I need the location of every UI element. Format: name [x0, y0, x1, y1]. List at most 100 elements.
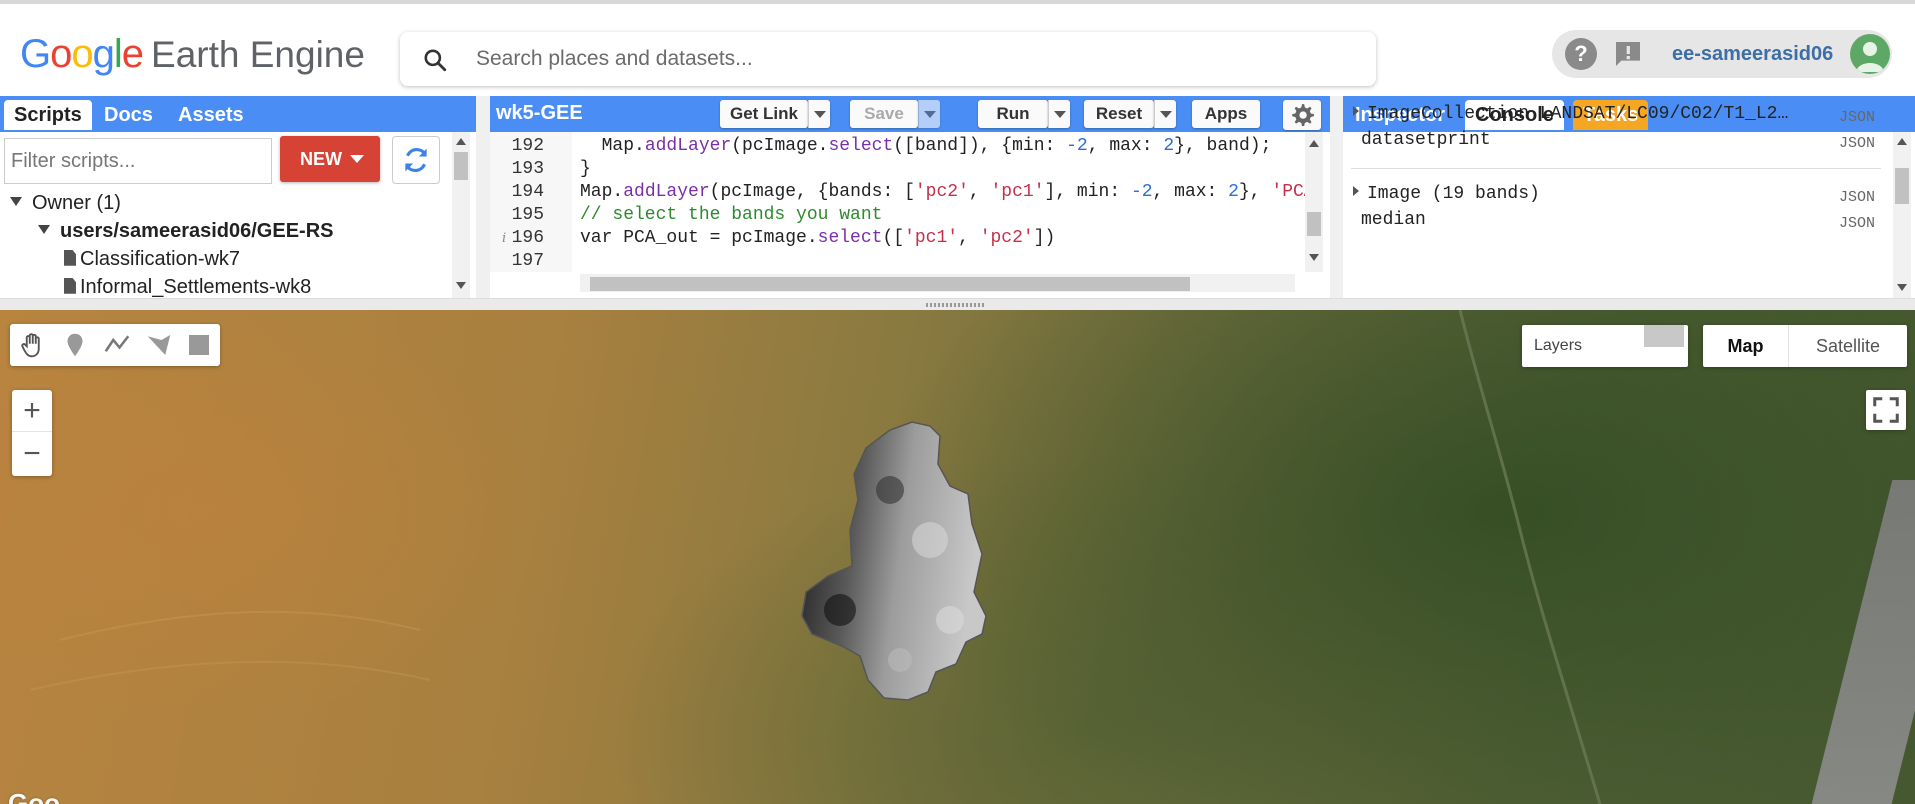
code-token: -2: [1130, 182, 1153, 202]
scroll-down-icon[interactable]: [1897, 284, 1907, 291]
earth-engine-logo[interactable]: Google Earth Engine: [20, 32, 365, 77]
scroll-thumb[interactable]: [454, 152, 468, 180]
code-token: Map: [601, 136, 635, 156]
reset-button[interactable]: Reset: [1084, 100, 1154, 128]
zoom-in-button[interactable]: +: [12, 390, 52, 432]
zoom-controls: + −: [12, 390, 52, 476]
refresh-button[interactable]: [392, 136, 440, 184]
apps-button[interactable]: Apps: [1192, 100, 1260, 128]
tree-repo-label: users/sameerasid06/GEE-RS: [60, 220, 334, 242]
fullscreen-button[interactable]: [1866, 390, 1906, 430]
layers-control[interactable]: Layers: [1522, 325, 1688, 367]
json-link[interactable]: JSON: [1839, 135, 1875, 152]
help-icon[interactable]: ?: [1565, 38, 1597, 70]
filter-scripts-field[interactable]: [4, 138, 272, 184]
scripts-scrollbar[interactable]: [452, 132, 470, 298]
console-scrollbar[interactable]: [1893, 132, 1911, 298]
line-icon[interactable]: [102, 330, 132, 360]
code-vscrollbar[interactable]: [1305, 132, 1323, 272]
avatar[interactable]: [1850, 34, 1890, 74]
scroll-down-icon[interactable]: [1309, 254, 1319, 261]
logo-letter-o2: o: [71, 32, 93, 76]
tree-repo[interactable]: users/sameerasid06/GEE-RS: [38, 220, 334, 243]
get-link-button[interactable]: Get Link: [720, 100, 808, 128]
console-entry: median: [1361, 210, 1426, 230]
new-button-label: NEW: [300, 149, 342, 169]
code-line[interactable]: 195 // select the bands you want: [490, 204, 1305, 227]
line-number: 194: [511, 182, 544, 202]
rectangle-icon[interactable]: [184, 330, 214, 360]
app-header: GoogleEarth Engine ? ee-sameerasid06: [0, 0, 1915, 96]
search-box[interactable]: [400, 32, 1376, 86]
tree-file-item[interactable]: Classification-wk7: [64, 248, 240, 271]
scroll-down-icon[interactable]: [456, 282, 466, 289]
code-token: // select the bands you want: [580, 205, 883, 225]
polygon-icon[interactable]: [144, 330, 174, 360]
gear-icon: [1292, 104, 1314, 127]
code-hscrollbar[interactable]: [580, 274, 1295, 292]
code-token: ]): [1033, 228, 1056, 248]
get-link-dropdown[interactable]: [808, 100, 830, 128]
code-line[interactable]: 197: [490, 250, 1305, 273]
json-link[interactable]: JSON: [1839, 215, 1875, 232]
scroll-up-icon[interactable]: [456, 138, 466, 145]
tab-scripts[interactable]: Scripts: [4, 100, 92, 130]
filter-scripts-input[interactable]: [5, 139, 271, 183]
tab-assets[interactable]: Assets: [168, 100, 254, 130]
right-splitter[interactable]: [1330, 96, 1344, 298]
left-splitter[interactable]: [476, 96, 490, 298]
feedback-icon[interactable]: [1612, 38, 1644, 70]
pca-image-layer[interactable]: [800, 420, 1090, 720]
code-line[interactable]: 192 Map.addLayer(pcImage.select([band]),…: [490, 135, 1305, 158]
code-token: ([: [882, 228, 905, 248]
code-text: // select the bands you want: [580, 204, 882, 227]
tree-file-item[interactable]: Informal_Settlements-wk8: [64, 276, 311, 299]
user-avatar-icon: [1856, 42, 1884, 72]
user-controls: ? ee-sameerasid06: [1552, 30, 1892, 78]
search-input[interactable]: [476, 42, 1356, 76]
left-panel-tabbar: Scripts Docs Assets: [0, 96, 476, 132]
search-icon: [424, 49, 447, 72]
tree-file-label: Classification-wk7: [80, 248, 241, 270]
code-token: (pcImage, {bands: [: [709, 182, 915, 202]
scroll-up-icon[interactable]: [1897, 138, 1907, 145]
console-entry[interactable]: ImageCollection LANDSAT/LC09/C02/T1_L2…: [1353, 104, 1788, 124]
tree-owner-label: Owner (1): [32, 192, 121, 214]
scroll-thumb[interactable]: [1307, 212, 1321, 236]
save-button[interactable]: Save: [850, 100, 918, 128]
layers-opacity-slider[interactable]: [1644, 325, 1684, 347]
reset-dropdown[interactable]: [1154, 100, 1176, 128]
json-link[interactable]: JSON: [1839, 189, 1875, 206]
scroll-up-icon[interactable]: [1309, 140, 1319, 147]
run-button[interactable]: Run: [978, 100, 1048, 128]
code-line[interactable]: i 196 var PCA_out = pcImage.select(['pc1',…: [490, 227, 1305, 250]
drawing-tools: [10, 324, 220, 366]
settings-button[interactable]: [1283, 100, 1321, 130]
run-dropdown[interactable]: [1048, 100, 1070, 128]
code-token: 2: [1228, 182, 1239, 202]
expand-triangle-icon[interactable]: [1353, 186, 1359, 197]
map-view[interactable]: + − Layers Map Satellite Goo: [0, 310, 1915, 804]
info-icon[interactable]: i: [502, 227, 506, 250]
map-type-map-button[interactable]: Map: [1703, 325, 1789, 367]
splitter-grip[interactable]: [926, 303, 986, 307]
expand-triangle-icon[interactable]: [1353, 106, 1359, 117]
scroll-thumb[interactable]: [1895, 168, 1909, 204]
map-splitter[interactable]: [0, 298, 1915, 310]
pan-hand-icon[interactable]: [18, 330, 48, 360]
refresh-icon: [405, 147, 427, 173]
code-line[interactable]: 193}: [490, 158, 1305, 181]
tab-docs[interactable]: Docs: [94, 100, 163, 130]
zoom-out-button[interactable]: −: [12, 433, 52, 475]
code-token: -2: [1066, 136, 1088, 156]
scroll-thumb[interactable]: [590, 277, 1190, 291]
save-dropdown[interactable]: [918, 100, 940, 128]
json-link[interactable]: JSON: [1839, 109, 1875, 126]
map-type-satellite-button[interactable]: Satellite: [1789, 325, 1907, 367]
new-button[interactable]: NEW: [280, 136, 380, 182]
account-name[interactable]: ee-sameerasid06: [1672, 43, 1833, 66]
console-entry[interactable]: Image (19 bands): [1353, 184, 1540, 204]
code-line[interactable]: 194 Map.addLayer(pcImage, {bands: ['pc2',…: [490, 181, 1305, 204]
tree-owner-group[interactable]: Owner (1): [10, 192, 121, 215]
marker-icon[interactable]: [60, 330, 90, 360]
